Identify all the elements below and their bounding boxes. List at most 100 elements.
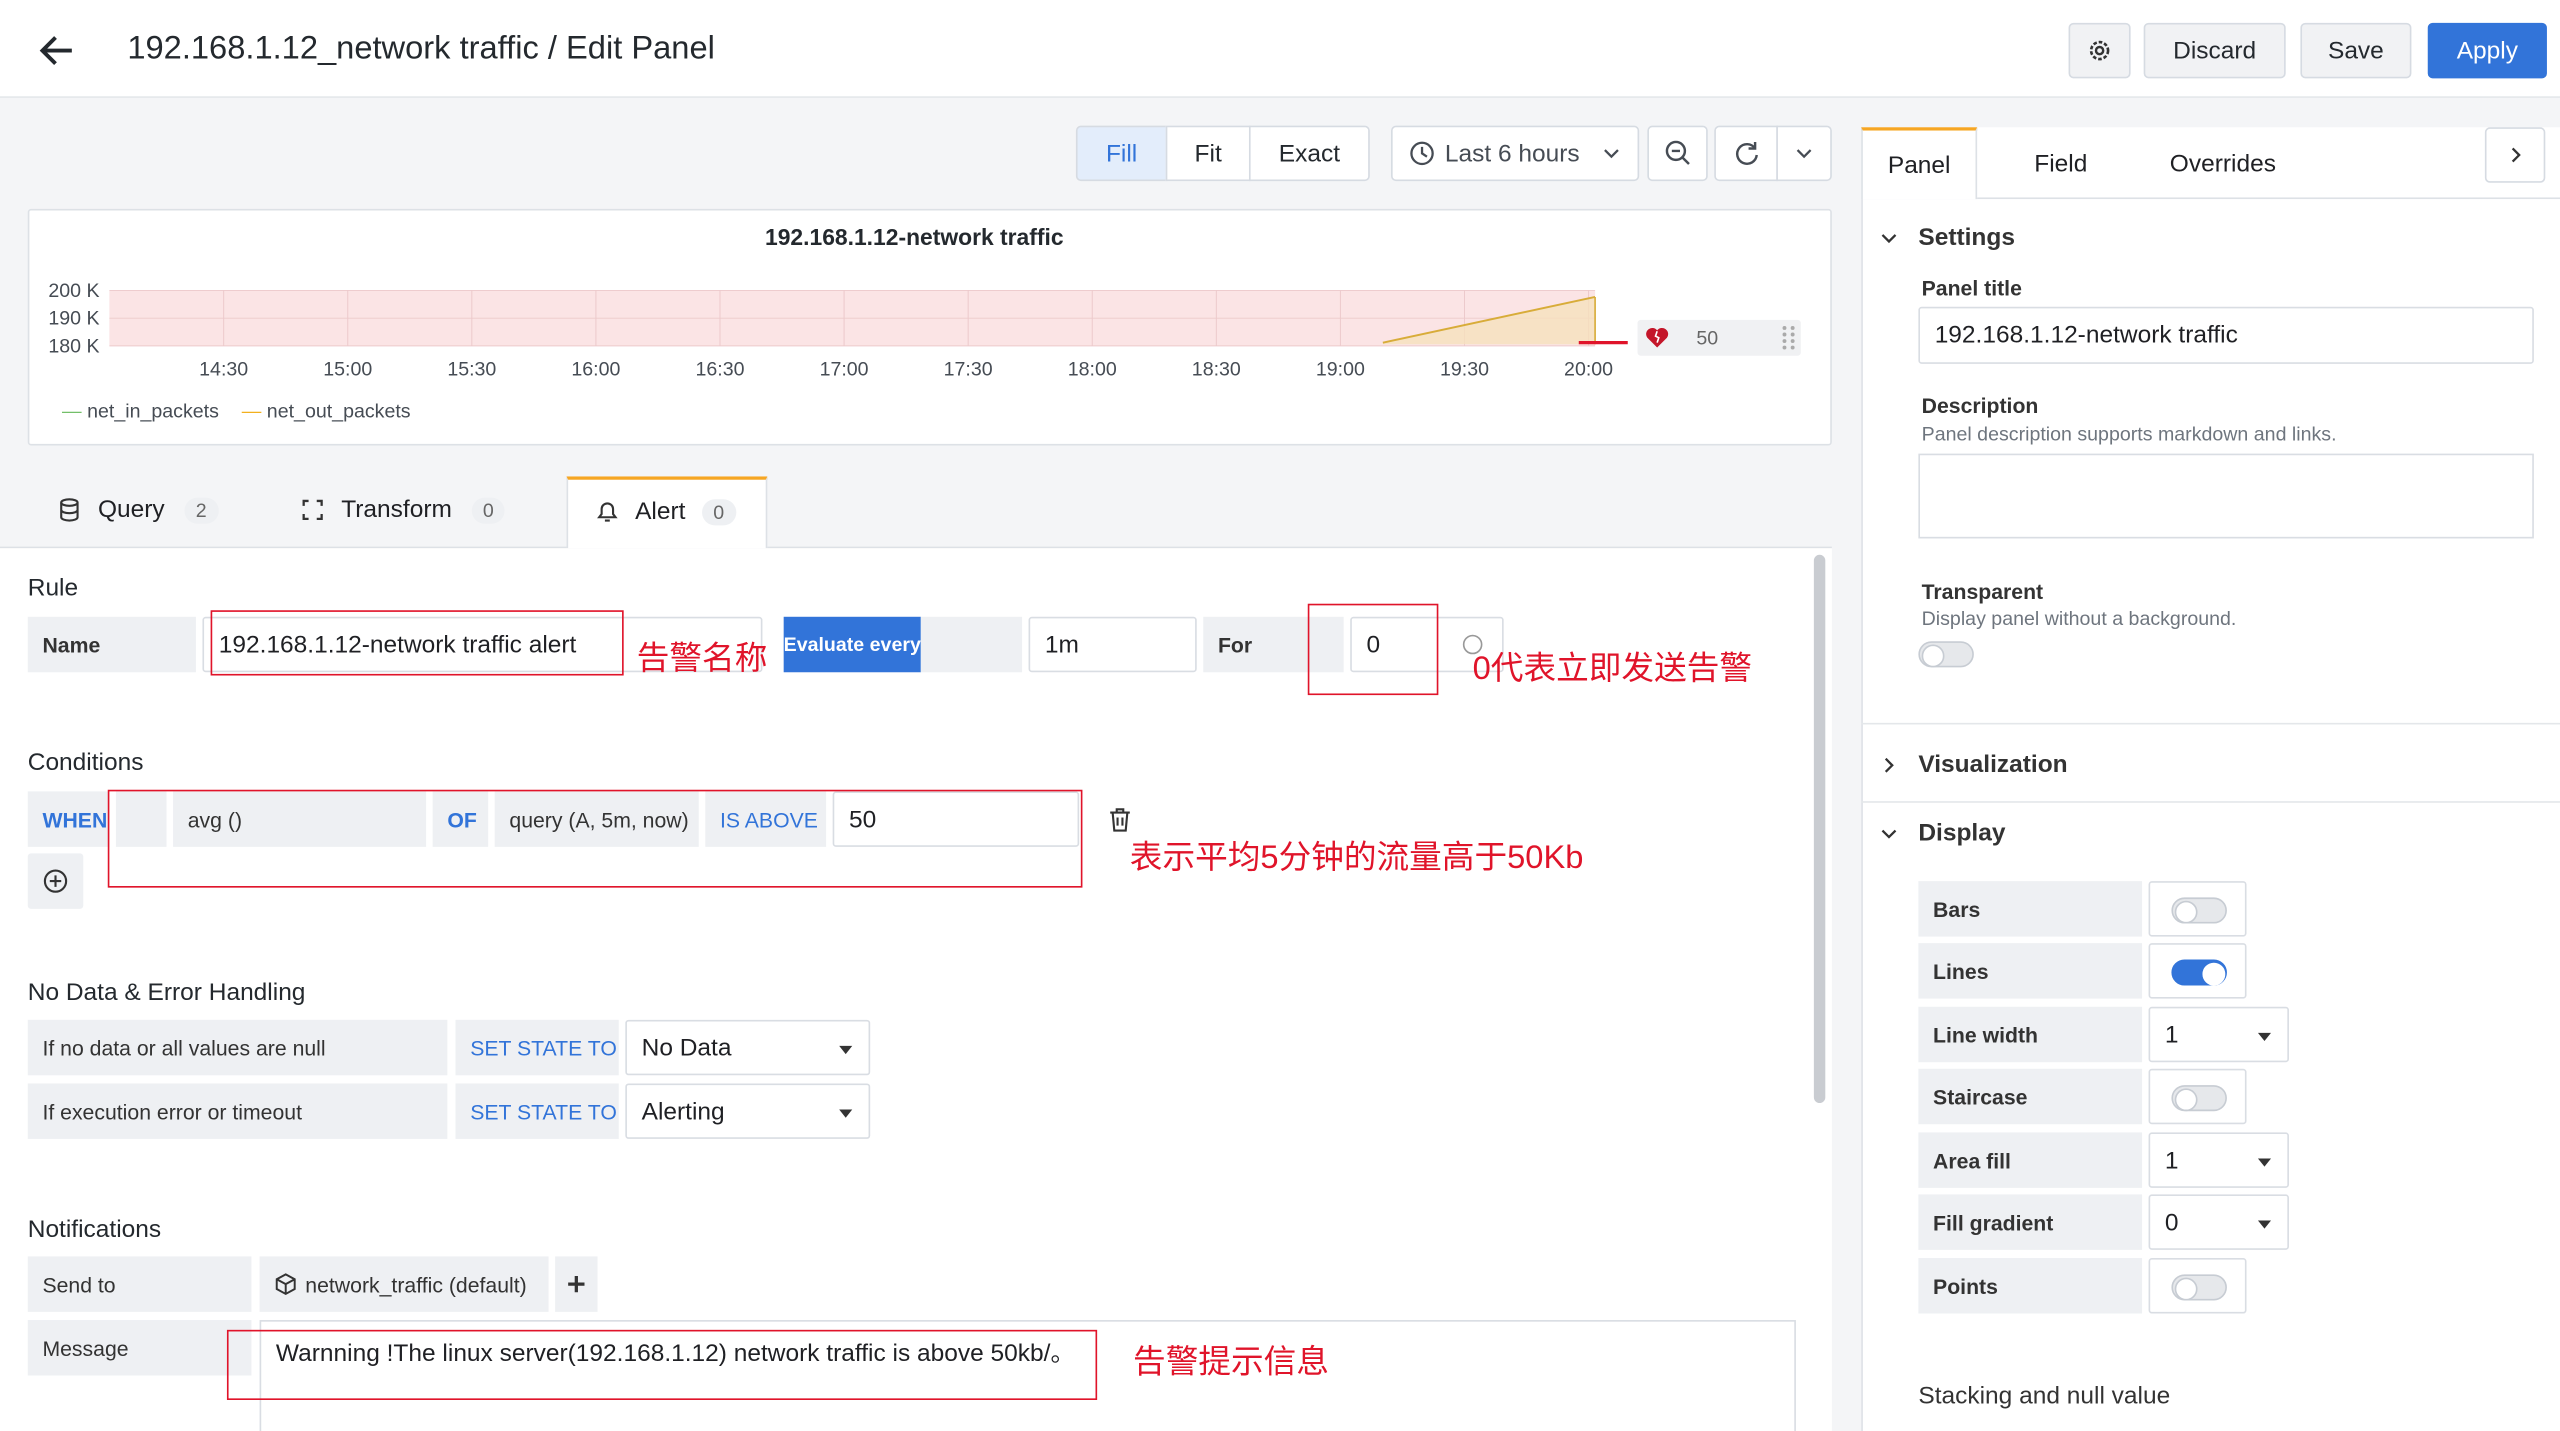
plus-icon	[568, 1275, 585, 1293]
message-label: Message	[27, 1320, 252, 1376]
chevron-down-icon	[1881, 828, 1897, 838]
staircase-label: Staircase	[1918, 1068, 2143, 1125]
fill-button[interactable]: Fill	[1075, 125, 1168, 182]
chevron-right-icon	[1884, 757, 1894, 772]
tab-field[interactable]: Field	[2034, 150, 2087, 178]
time-range-picker[interactable]: Last 6 hours	[1391, 125, 1640, 182]
annotation-for-zero: 0代表立即发送告警	[1472, 651, 1753, 687]
bars-label: Bars	[1918, 881, 2143, 937]
annotation-condition: 表示平均5分钟的流量高于50Kb	[1129, 840, 1584, 877]
rule-heading: Rule	[27, 574, 79, 603]
fill-gradient-label: Fill gradient	[1918, 1194, 2143, 1250]
x-tick-label: 20:00	[1564, 358, 1613, 380]
nodata-label: If no data or all values are null	[27, 1019, 448, 1076]
area-fill-label: Area fill	[1918, 1132, 2143, 1188]
exact-button[interactable]: Exact	[1248, 125, 1370, 182]
chart-legend: — net_in_packets — net_out_packets	[62, 400, 411, 423]
transform-icon	[302, 499, 323, 521]
apply-button[interactable]: Apply	[2427, 22, 2547, 79]
display-section-header[interactable]: Display	[1881, 819, 2006, 847]
back-arrow-icon[interactable]	[36, 29, 78, 71]
panel-title-input[interactable]: 192.168.1.12-network traffic	[1918, 306, 2534, 364]
collapse-pane-button[interactable]	[2484, 127, 2546, 183]
error-state-select[interactable]: Alerting	[625, 1083, 871, 1139]
clock-icon	[1410, 141, 1434, 166]
y-tick-label: 190 K	[48, 308, 99, 330]
discard-button[interactable]: Discard	[2143, 22, 2286, 79]
set-state-keyword-2: SET STATE TO	[455, 1083, 619, 1139]
visualization-section-header[interactable]: Visualization	[1881, 750, 2068, 779]
description-textarea[interactable]	[1918, 453, 2534, 539]
error-label: If execution error or timeout	[27, 1083, 448, 1139]
save-button[interactable]: Save	[2300, 22, 2412, 79]
annotation-message: 告警提示信息	[1133, 1344, 1329, 1381]
threshold-handle[interactable]: 50	[1637, 319, 1801, 356]
x-tick-label: 19:00	[1316, 358, 1365, 380]
tab-query[interactable]: Query 2	[57, 496, 219, 524]
lines-label: Lines	[1918, 943, 2143, 999]
legend-item-net-in[interactable]: — net_in_packets	[62, 400, 219, 423]
evaluate-every-input[interactable]: 1m	[1028, 616, 1197, 673]
refresh-button[interactable]	[1714, 125, 1778, 182]
visualization-heading: Visualization	[1918, 750, 2068, 779]
notifications-heading: Notifications	[27, 1215, 162, 1244]
nodata-state-select[interactable]: No Data	[625, 1019, 871, 1076]
stacking-heading: Stacking and null value	[1918, 1382, 2171, 1410]
time-range-label: Last 6 hours	[1444, 139, 1580, 168]
zoom-out-button[interactable]	[1647, 125, 1708, 182]
fill-gradient-select[interactable]: 0	[2148, 1194, 2289, 1250]
zoom-out-icon	[1664, 140, 1690, 165]
x-tick-label: 14:30	[199, 358, 248, 380]
add-notification-button[interactable]	[555, 1256, 598, 1312]
line-width-label: Line width	[1918, 1006, 2143, 1063]
divider	[1861, 801, 2560, 803]
database-icon	[60, 498, 79, 522]
chevron-down-icon	[1603, 149, 1619, 159]
cube-icon	[275, 1273, 296, 1296]
settings-section-header[interactable]: Settings	[1881, 223, 2015, 252]
evaluate-gap	[920, 616, 1023, 673]
lines-toggle[interactable]	[2148, 943, 2247, 999]
bars-toggle[interactable]	[2148, 881, 2247, 937]
panel-title-label: Panel title	[1921, 275, 2022, 301]
conditions-heading: Conditions	[27, 748, 144, 777]
area-fill-select[interactable]: 1	[2148, 1132, 2289, 1188]
transparent-toggle[interactable]	[1897, 627, 1995, 682]
add-condition-button[interactable]	[27, 853, 84, 909]
x-tick-label: 17:00	[820, 358, 869, 380]
settings-button[interactable]	[2068, 22, 2131, 79]
tab-overrides[interactable]: Overrides	[2170, 150, 2276, 178]
tab-alert[interactable]: Alert 0	[566, 476, 768, 549]
points-label: Points	[1918, 1258, 2143, 1314]
x-tick-label: 17:30	[944, 358, 993, 380]
x-tick-label: 15:30	[447, 358, 496, 380]
fit-button[interactable]: Fit	[1165, 125, 1251, 182]
nodata-heading: No Data & Error Handling	[27, 979, 306, 1007]
chevron-right-icon	[2511, 147, 2520, 163]
name-label: Name	[27, 616, 196, 673]
tab-transform[interactable]: Transform 0	[300, 496, 506, 524]
page-title: 192.168.1.12_network traffic / Edit Pane…	[127, 31, 715, 67]
annotation-alert-name: 告警名称	[636, 641, 768, 678]
refresh-interval-dropdown[interactable]	[1776, 125, 1832, 182]
tab-panel[interactable]: Panel	[1861, 127, 1978, 200]
add-circle-icon	[43, 869, 68, 893]
evaluate-every-label: Evaluate every	[784, 616, 921, 673]
display-heading: Display	[1918, 819, 2006, 847]
scrollbar[interactable]	[1813, 554, 1826, 1104]
when-keyword: WHEN	[27, 791, 110, 847]
line-width-select[interactable]: 1	[2148, 1006, 2289, 1063]
notification-channel[interactable]: network_traffic (default)	[259, 1256, 549, 1312]
drag-handle-icon	[1782, 326, 1795, 350]
settings-heading: Settings	[1918, 223, 2015, 252]
points-toggle[interactable]	[2148, 1258, 2247, 1314]
trash-icon	[1110, 807, 1130, 831]
chevron-down-icon	[1881, 233, 1897, 243]
y-tick-label: 180 K	[48, 335, 99, 357]
annotation-box-for	[1307, 603, 1439, 696]
tab-alert-count: 0	[701, 498, 736, 525]
legend-item-net-out[interactable]: — net_out_packets	[242, 400, 411, 423]
staircase-toggle[interactable]	[2148, 1068, 2247, 1125]
x-tick-label: 19:30	[1440, 358, 1489, 380]
threshold-value: 50	[1696, 326, 1719, 350]
